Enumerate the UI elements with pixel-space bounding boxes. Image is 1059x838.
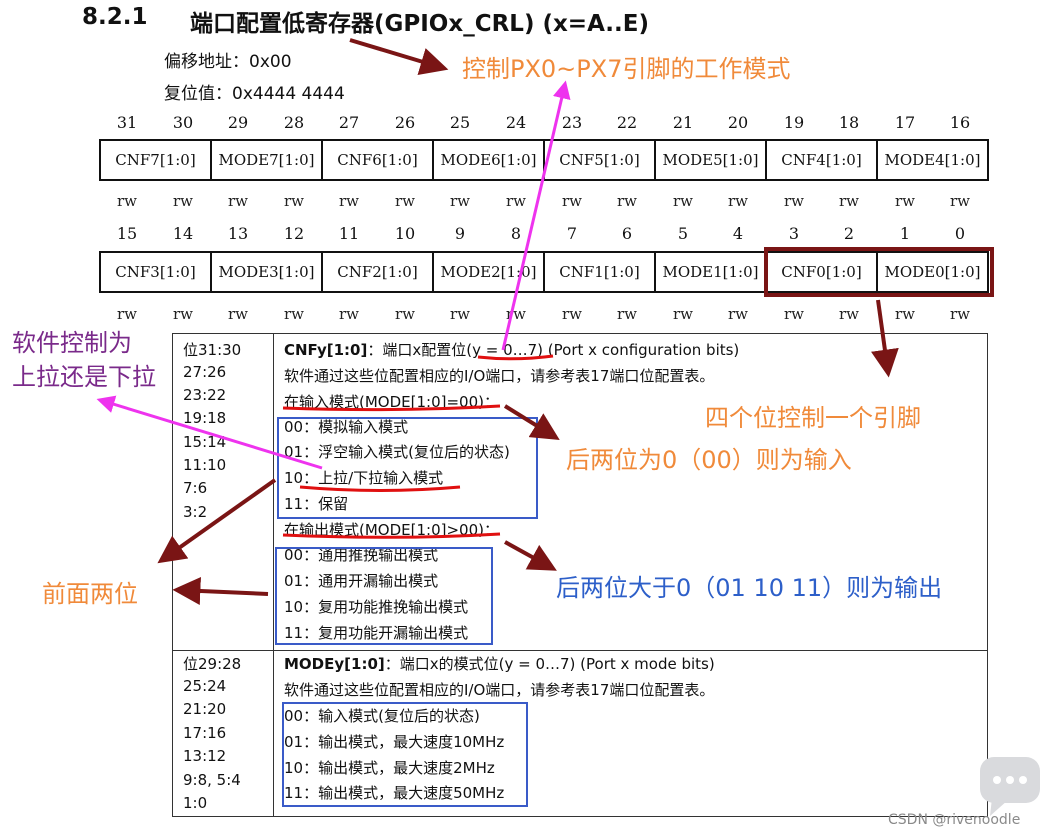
annotation-four-bits: 四个位控制一个引脚 xyxy=(705,404,921,432)
annotation-pull-line2: 上拉还是下拉 xyxy=(12,363,156,391)
annotation-output-rule: 后两位大于0（01 10 11）则为输出 xyxy=(556,574,943,602)
underline-mark xyxy=(282,404,501,412)
watermark: CSDN @rivenoodle xyxy=(888,812,1021,828)
underline-mark xyxy=(299,485,461,492)
annotation-input-rule: 后两位为0（00）则为输入 xyxy=(566,446,852,474)
annotation-front-two: 前面两位 xyxy=(42,580,138,608)
arrow-input xyxy=(503,404,560,440)
underline-mark xyxy=(477,354,554,361)
arrow-pull xyxy=(96,395,323,470)
annotation-pull-line1: 软件控制为 xyxy=(12,329,132,357)
arrow-title xyxy=(349,38,449,75)
chat-watermark-icon xyxy=(980,757,1040,816)
annotation-px-control: 控制PX0~PX7引脚的工作模式 xyxy=(462,55,791,83)
arrow-four-bits xyxy=(871,299,899,378)
arrow-front-two xyxy=(157,478,277,564)
underline-mark xyxy=(282,532,501,539)
arrow-output xyxy=(504,540,557,571)
arrow-px-control xyxy=(501,80,571,351)
arrow-front-two xyxy=(172,577,269,605)
